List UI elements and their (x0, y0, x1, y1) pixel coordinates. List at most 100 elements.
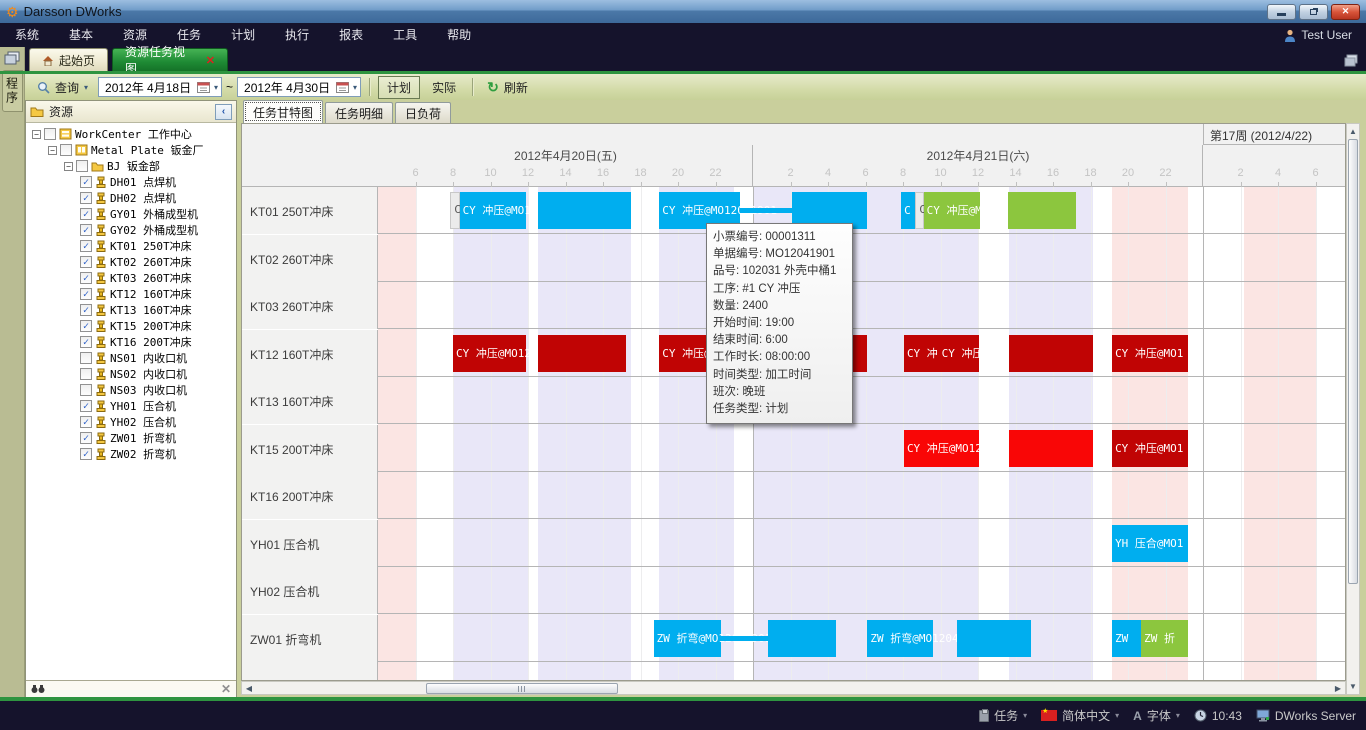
tree-checkbox[interactable]: ✓ (80, 256, 92, 268)
tree-item[interactable]: ✓GY02 外桶成型机 (26, 222, 236, 238)
plan-toggle-button[interactable]: 计划 (378, 76, 420, 99)
tree-checkbox[interactable]: ✓ (80, 272, 92, 284)
restore-button[interactable] (1299, 4, 1328, 20)
gantt-task-bar[interactable] (1008, 192, 1076, 229)
tree-item[interactable]: ✓GY01 外桶成型机 (26, 206, 236, 222)
tree-checkbox[interactable]: ✓ (80, 416, 92, 428)
actual-toggle-button[interactable]: 实际 (424, 77, 464, 98)
tree-checkbox[interactable]: ✓ (80, 320, 92, 332)
menu-item-基本[interactable]: 基本 (54, 23, 108, 47)
status-font-menu[interactable]: A 字体 ▾ (1133, 707, 1180, 724)
refresh-button[interactable]: ↻ 刷新 (481, 77, 534, 98)
tree-item[interactable]: NS01 内收口机 (26, 350, 236, 366)
tree-checkbox[interactable] (76, 160, 88, 172)
gantt-task-bar[interactable]: C (450, 192, 459, 229)
tree-checkbox[interactable]: ✓ (80, 208, 92, 220)
tab-close-icon[interactable]: ✕ (206, 54, 215, 67)
gantt-task-bar[interactable]: CY 冲压@MO12041903 (904, 430, 979, 467)
tree-item[interactable]: ✓YH01 压合机 (26, 398, 236, 414)
window-list-icon[interactable] (1344, 54, 1358, 67)
tree-checkbox[interactable]: ✓ (80, 192, 92, 204)
gantt-task-bar[interactable] (1009, 335, 1093, 372)
tree-item[interactable]: ✓KT12 160T冲床 (26, 286, 236, 302)
tree-item[interactable]: ✓DH01 点焊机 (26, 174, 236, 190)
menu-item-工具[interactable]: 工具 (378, 23, 432, 47)
tree-item[interactable]: ✓KT01 250T冲床 (26, 238, 236, 254)
menu-item-报表[interactable]: 报表 (324, 23, 378, 47)
menu-item-帮助[interactable]: 帮助 (432, 23, 486, 47)
tree-checkbox[interactable]: ✓ (80, 176, 92, 188)
gantt-task-bar[interactable]: CY 冲压@MO12041904 (939, 335, 979, 372)
view-tab-日负荷[interactable]: 日负荷 (395, 102, 451, 123)
tree-item[interactable]: NS03 内收口机 (26, 382, 236, 398)
gantt-task-bar[interactable]: ZW 折 (1141, 620, 1188, 657)
tree-item[interactable]: NS02 内收口机 (26, 366, 236, 382)
gantt-task-bar[interactable]: CY 冲压@MO12041902 (924, 192, 980, 229)
gantt-task-bar[interactable] (1009, 430, 1093, 467)
tree-checkbox[interactable]: ✓ (80, 304, 92, 316)
horizontal-scrollbar-thumb[interactable] (426, 683, 618, 694)
tree-item[interactable]: ✓ZW01 折弯机 (26, 430, 236, 446)
tree-checkbox[interactable]: ✓ (80, 288, 92, 300)
gantt-task-bar[interactable] (538, 335, 626, 372)
gantt-task-bar[interactable] (957, 620, 1031, 657)
vertical-scrollbar-thumb[interactable] (1348, 139, 1358, 584)
tree-checkbox[interactable]: ✓ (80, 224, 92, 236)
tree-item[interactable]: ✓KT13 160T冲床 (26, 302, 236, 318)
tree-item[interactable]: ✓ZW02 折弯机 (26, 446, 236, 462)
collapse-panel-button[interactable]: ‹ (215, 104, 232, 120)
tree-item[interactable]: −WorkCenter 工作中心 (26, 126, 236, 142)
tree-item[interactable]: −BJ 钣金部 (26, 158, 236, 174)
cascade-windows-icon[interactable] (4, 51, 20, 66)
tree-item[interactable]: ✓KT15 200T冲床 (26, 318, 236, 334)
search-button[interactable]: 查询 ▾ (31, 77, 94, 98)
tree-expander-icon[interactable]: − (32, 130, 41, 139)
gantt-task-bar[interactable]: ZW (1112, 620, 1141, 657)
gantt-task-bar[interactable]: C (901, 192, 915, 229)
gantt-task-bar[interactable]: CY 冲压@MO1 (1112, 430, 1188, 467)
gantt-task-bar[interactable]: CY 冲 (904, 335, 939, 372)
tree-checkbox[interactable]: ✓ (80, 448, 92, 460)
tab-home[interactable]: 起始页 (29, 48, 108, 71)
tree-checkbox[interactable] (60, 144, 72, 156)
vertical-scrollbar[interactable]: ▲ ▼ (1346, 123, 1360, 695)
tree-item[interactable]: ✓KT02 260T冲床 (26, 254, 236, 270)
gantt-task-bar[interactable]: YH 压合@MO1 (1112, 525, 1188, 562)
tree-item[interactable]: ✓YH02 压合机 (26, 414, 236, 430)
view-tab-任务甘特图[interactable]: 任务甘特图 (243, 100, 323, 123)
tree-checkbox[interactable] (80, 384, 92, 396)
date-to-field[interactable]: 2012年 4月30日 ▾ (237, 77, 361, 97)
tree-checkbox[interactable]: ✓ (80, 400, 92, 412)
status-task-menu[interactable]: 任务 ▾ (979, 707, 1027, 724)
scroll-up-icon[interactable]: ▲ (1347, 125, 1359, 138)
tree-item[interactable]: ✓KT16 200T冲床 (26, 334, 236, 350)
gantt-task-bar[interactable]: ZW 折弯@MO12041901 (867, 620, 933, 657)
menu-item-执行[interactable]: 执行 (270, 23, 324, 47)
tree-expander-icon[interactable]: − (48, 146, 57, 155)
view-tab-任务明细[interactable]: 任务明细 (325, 102, 393, 123)
scroll-down-icon[interactable]: ▼ (1347, 680, 1359, 693)
tree-item[interactable]: ✓DH02 点焊机 (26, 190, 236, 206)
binoculars-icon[interactable] (31, 684, 45, 694)
date-from-field[interactable]: 2012年 4月18日 ▾ (98, 77, 222, 97)
tree-item[interactable]: −Metal Plate 钣金厂 (26, 142, 236, 158)
tree-expander-icon[interactable]: − (64, 162, 73, 171)
tab-resource-task-view[interactable]: 资源任务视图 ✕ (112, 48, 228, 71)
gantt-task-bar[interactable]: CY 冲压@MO12041904 (453, 335, 526, 372)
tree-checkbox[interactable] (80, 352, 92, 364)
gantt-task-bar[interactable]: ZW 折弯@MO12041901 (654, 620, 722, 657)
tree-item[interactable]: ✓KT03 260T冲床 (26, 270, 236, 286)
gantt-task-bar[interactable]: C (915, 192, 923, 229)
gantt-task-bar[interactable] (538, 192, 631, 229)
tree-checkbox[interactable]: ✓ (80, 240, 92, 252)
gantt-task-bar[interactable]: CY 冲压@MO12041901 (460, 192, 527, 229)
scroll-left-icon[interactable]: ◀ (242, 682, 256, 694)
gantt-task-bar[interactable]: CY 冲压@MO1 (1112, 335, 1188, 372)
tree-checkbox[interactable] (44, 128, 56, 140)
gantt-task-bar[interactable] (768, 620, 836, 657)
tree-checkbox[interactable] (80, 368, 92, 380)
scroll-right-icon[interactable]: ▶ (1331, 682, 1345, 694)
minimize-button[interactable] (1267, 4, 1296, 20)
menu-item-系统[interactable]: 系统 (0, 23, 54, 47)
tree-checkbox[interactable]: ✓ (80, 432, 92, 444)
